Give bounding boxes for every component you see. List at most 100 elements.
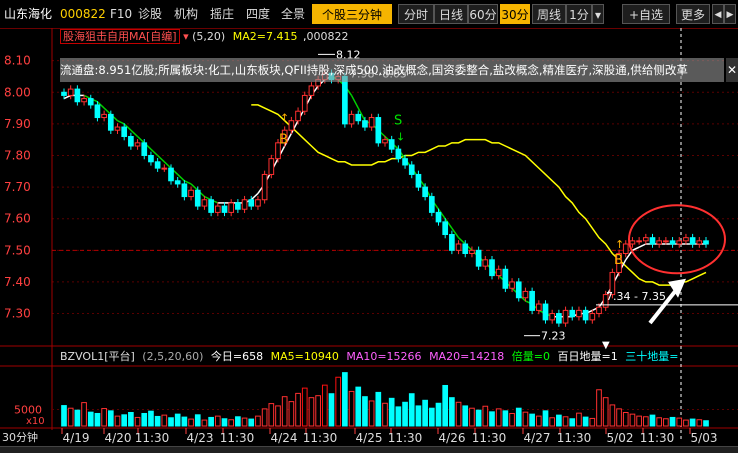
volume-bar xyxy=(275,405,281,427)
candle-body xyxy=(629,240,636,245)
volume-bar xyxy=(408,393,415,427)
volume-bar xyxy=(435,402,442,427)
volume-bar xyxy=(582,416,589,427)
candle-body xyxy=(201,199,208,207)
candle-body xyxy=(703,240,709,245)
price-tick-label: 7.80 xyxy=(4,148,31,162)
price-tick-label: 8.00 xyxy=(4,85,31,99)
volume-bar xyxy=(529,413,535,427)
volume-bar xyxy=(134,416,141,427)
volume-axis: 5000x10 xyxy=(14,404,45,427)
candle-body xyxy=(74,88,81,103)
volume-bar xyxy=(81,402,87,427)
volume-ratio: 倍量=0 xyxy=(511,350,551,363)
volume-bar xyxy=(415,405,422,427)
volume-bar xyxy=(295,392,301,427)
volume-bar xyxy=(502,410,509,427)
price-tick-label: 7.70 xyxy=(4,180,31,194)
candle-body xyxy=(214,205,221,213)
volume-multiplier: x10 xyxy=(26,416,45,427)
candle-body xyxy=(422,186,428,198)
volume-bar xyxy=(194,414,201,427)
buy-arrow-icon: ↑ xyxy=(280,112,289,125)
candle-body xyxy=(535,303,542,311)
volume-bar xyxy=(642,416,649,427)
volume-bar xyxy=(261,408,268,427)
candle-body xyxy=(141,142,148,156)
volume-tick-label: 5000 xyxy=(14,404,42,417)
candle-body xyxy=(94,104,101,119)
candle-body xyxy=(121,126,128,138)
candle-body xyxy=(469,249,475,254)
volume-bar xyxy=(509,412,515,427)
volume-bar xyxy=(288,401,295,427)
volume-bar xyxy=(569,418,576,427)
candle-body xyxy=(395,148,402,160)
volume-bar xyxy=(74,409,81,427)
candle-body xyxy=(636,240,642,243)
volume-bar xyxy=(375,391,382,427)
candle-body xyxy=(188,189,194,198)
volume-bar xyxy=(201,419,208,427)
period-label[interactable]: 30分钟 xyxy=(2,430,38,446)
candle-body xyxy=(308,85,315,96)
price-tick-label: 7.30 xyxy=(4,307,31,321)
ma-fast-segment xyxy=(130,129,139,138)
volume-bar xyxy=(542,410,549,427)
candle-body xyxy=(181,183,188,198)
candle-body xyxy=(107,113,114,131)
time-tick-label: 5/03 xyxy=(691,431,718,445)
time-tick-label: 4/24 xyxy=(271,431,298,445)
sell-arrow-icon: ↓ xyxy=(396,131,405,144)
ma-fast-segment xyxy=(350,95,359,109)
candle-body xyxy=(154,161,161,169)
volume-bar xyxy=(87,411,94,427)
ma-fast-segment xyxy=(103,107,112,115)
candle-body xyxy=(475,249,482,267)
volume-ma10: MA10=15266 xyxy=(346,350,422,363)
volume-bar xyxy=(482,405,489,427)
sell-signal-s: S xyxy=(394,114,402,129)
candle-body xyxy=(375,117,382,144)
candle-body xyxy=(462,243,469,254)
candle-body xyxy=(683,237,689,242)
candle-body xyxy=(248,199,255,207)
candle-body xyxy=(669,240,676,245)
candle-body xyxy=(696,240,703,245)
candle-body xyxy=(342,75,348,125)
stock-info-banner[interactable]: 流通盘:8.951亿股;所属板块:化工,山东板块,QFII持股,深成500,油改… xyxy=(60,58,724,82)
volume-bar xyxy=(101,408,107,427)
price-tick-label: 7.50 xyxy=(4,243,31,257)
price-axis: 8.10 8.00 7.90 7.80 7.70 7.60 7.50 7.40 7.30 xyxy=(4,54,31,321)
candle-body xyxy=(61,91,67,96)
low-price-label: 7.23 xyxy=(541,330,566,343)
candle-body xyxy=(522,290,529,299)
candle-body xyxy=(81,98,87,103)
volume-bar xyxy=(107,410,114,427)
time-tick-label: 5/02 xyxy=(607,431,634,445)
close-icon[interactable]: ✕ xyxy=(726,58,738,82)
candle-body xyxy=(515,281,522,299)
candle-body xyxy=(301,94,308,112)
candle-body xyxy=(642,237,649,242)
candle-body xyxy=(148,154,154,163)
volume-bar xyxy=(475,409,482,427)
candle-body xyxy=(656,240,663,245)
volume-indicator-name[interactable]: BZVOL1[平台] xyxy=(60,350,135,363)
volume-bar xyxy=(362,396,368,427)
candle-body xyxy=(556,313,562,324)
volume-bar xyxy=(148,410,154,427)
time-tick-label: 4/19 xyxy=(63,431,90,445)
range-price-label: 7.34 - 7.35 xyxy=(606,290,666,303)
volume-bar xyxy=(602,397,609,427)
volume-bar xyxy=(515,407,522,427)
volume-bar xyxy=(669,416,676,427)
volume-bar xyxy=(161,414,168,427)
candle-body xyxy=(582,309,589,321)
volume-bar xyxy=(154,415,161,427)
candle-body xyxy=(509,281,515,289)
volume-bar xyxy=(469,407,475,427)
volume-bar xyxy=(535,415,542,427)
volume-ma5: MA5=10940 xyxy=(270,350,339,363)
stock-info-text: 流通盘:8.951亿股;所属板块:化工,山东板块,QFII持股,深成500,油改… xyxy=(60,63,688,77)
